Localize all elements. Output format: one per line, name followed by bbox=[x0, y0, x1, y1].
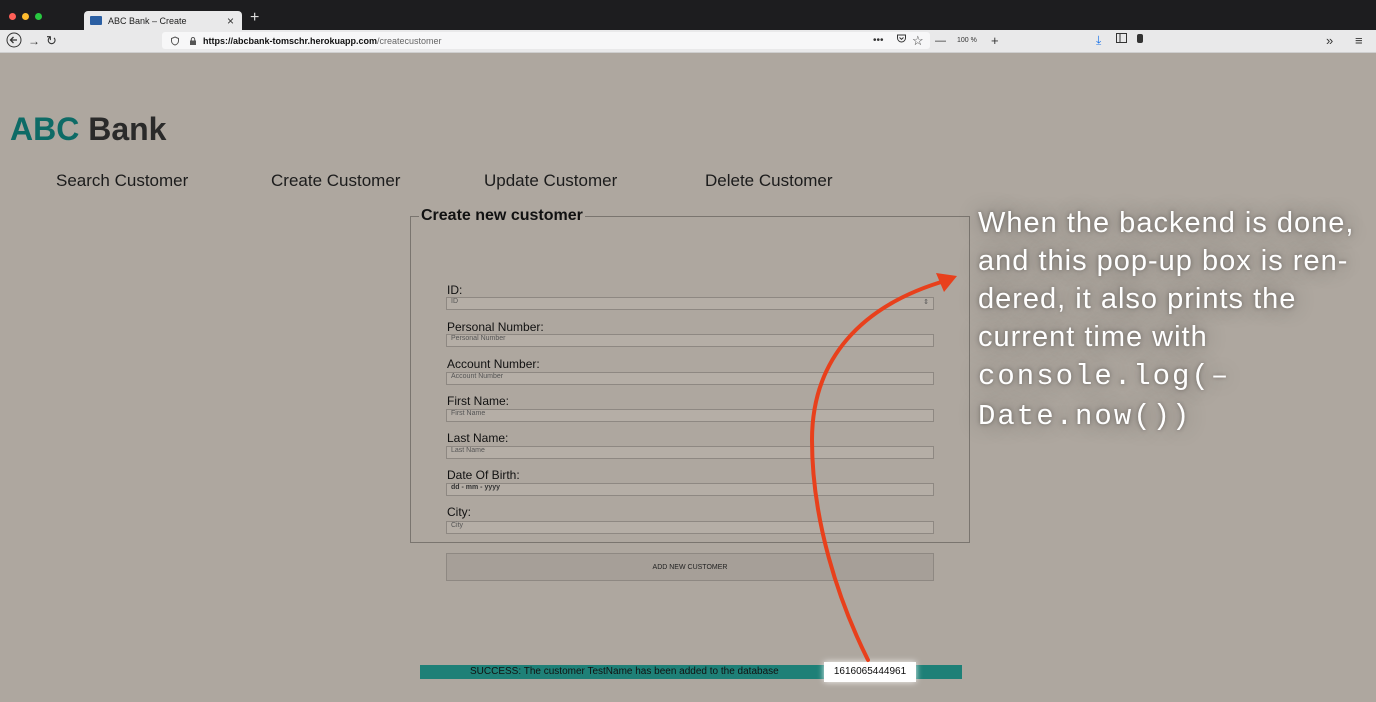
account-number-input[interactable]: Account Number bbox=[446, 372, 934, 385]
city-label: City: bbox=[447, 505, 471, 519]
folder-icon bbox=[90, 16, 102, 25]
close-window-icon[interactable] bbox=[9, 13, 16, 20]
zoom-out-button[interactable]: — bbox=[935, 33, 946, 49]
form-legend: Create new customer bbox=[421, 207, 583, 224]
account-number-label: Account Number: bbox=[447, 357, 540, 371]
brand-abc: ABC bbox=[10, 111, 80, 147]
date-of-birth-label: Date Of Birth: bbox=[447, 468, 520, 482]
url-path: /createcustomer bbox=[377, 35, 442, 46]
annotation-callout: When the backend is done, and this pop-u… bbox=[978, 204, 1368, 436]
reload-button[interactable]: ↻ bbox=[46, 32, 57, 50]
id-placeholder: ID bbox=[451, 298, 458, 305]
new-tab-button[interactable]: + bbox=[250, 9, 259, 27]
shield-icon[interactable] bbox=[170, 35, 180, 46]
browser-tab-bar: ABC Bank – Create × + bbox=[0, 0, 1376, 30]
minimize-window-icon[interactable] bbox=[22, 13, 29, 20]
id-label: ID: bbox=[447, 283, 463, 297]
last-name-placeholder: Last Name bbox=[451, 447, 485, 454]
back-arrow-icon bbox=[6, 32, 22, 48]
url-host: https://abcbank-tomschr.herokuapp.com bbox=[203, 35, 378, 46]
city-input[interactable]: City bbox=[446, 521, 934, 534]
page-actions-icon[interactable]: ••• bbox=[873, 33, 884, 49]
back-button[interactable] bbox=[6, 32, 22, 52]
stepper-icon[interactable]: ⇕ bbox=[923, 298, 929, 306]
city-placeholder: City bbox=[451, 522, 464, 529]
last-name-input[interactable]: Last Name bbox=[446, 446, 934, 459]
lock-icon[interactable] bbox=[188, 36, 198, 46]
success-message-bar: SUCCESS: The customer TestName has been … bbox=[420, 662, 962, 682]
date-of-birth-input[interactable]: dd - mm - yyyy bbox=[446, 483, 934, 496]
browser-tab[interactable]: ABC Bank – Create × bbox=[84, 11, 242, 30]
page-title: ABC Bank bbox=[10, 111, 166, 148]
tab-title: ABC Bank – Create bbox=[108, 15, 187, 26]
nav-search-customer[interactable]: Search Customer bbox=[56, 171, 188, 191]
timestamp-highlight: 1616065444961 bbox=[824, 662, 916, 682]
success-message: SUCCESS: The customer TestName has been … bbox=[470, 666, 779, 677]
first-name-label: First Name: bbox=[447, 394, 510, 408]
browser-toolbar: → ↻ https://abcbank-tomschr.herokuapp.co… bbox=[0, 30, 1376, 53]
toolbar-overflow-button[interactable]: » bbox=[1326, 33, 1333, 48]
personal-number-placeholder: Personal Number bbox=[451, 335, 506, 342]
tab-close-button[interactable]: × bbox=[227, 14, 234, 28]
brand-bank: Bank bbox=[79, 111, 167, 147]
download-icon[interactable]: ⤓ bbox=[1096, 33, 1101, 48]
nav-delete-customer[interactable]: Delete Customer bbox=[705, 171, 833, 191]
first-name-placeholder: First Name bbox=[451, 410, 486, 417]
pocket-icon[interactable] bbox=[896, 33, 907, 50]
extension-icon[interactable] bbox=[1136, 33, 1144, 50]
zoom-in-button[interactable]: + bbox=[991, 33, 999, 48]
date-of-birth-placeholder: dd - mm - yyyy bbox=[451, 484, 501, 491]
maximize-window-icon[interactable] bbox=[35, 13, 42, 20]
nav-create-customer[interactable]: Create Customer bbox=[271, 171, 400, 191]
bookmark-star-icon[interactable]: ☆ bbox=[912, 33, 924, 48]
sidebar-icon[interactable] bbox=[1116, 33, 1127, 49]
add-new-customer-button[interactable]: ADD NEW CUSTOMER bbox=[446, 553, 934, 581]
personal-number-input[interactable]: Personal Number bbox=[446, 334, 934, 347]
zoom-level[interactable]: 100 % bbox=[957, 33, 977, 49]
url-bar[interactable]: https://abcbank-tomschr.herokuapp.com /c… bbox=[162, 32, 930, 49]
personal-number-label: Personal Number: bbox=[447, 320, 544, 334]
nav-update-customer[interactable]: Update Customer bbox=[484, 171, 617, 191]
annotation-code: console.log(–Date.now()) bbox=[978, 360, 1231, 433]
menu-icon[interactable]: ≡ bbox=[1355, 33, 1363, 48]
id-input[interactable]: ID ⇕ bbox=[446, 297, 934, 310]
last-name-label: Last Name: bbox=[447, 431, 509, 445]
forward-button[interactable]: → bbox=[28, 32, 40, 50]
account-number-placeholder: Account Number bbox=[451, 373, 504, 380]
first-name-input[interactable]: First Name bbox=[446, 409, 934, 422]
annotation-text: When the backend is done, and this pop-u… bbox=[978, 207, 1355, 353]
